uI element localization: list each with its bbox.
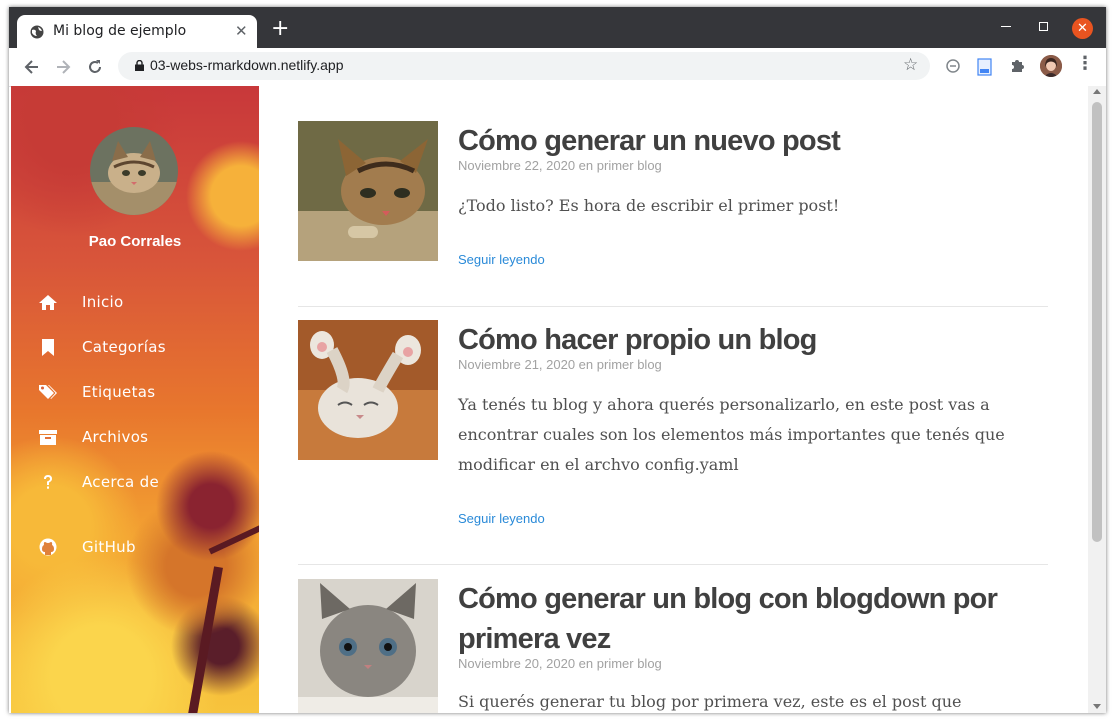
post-summary: ¿Todo listo? Es hora de escribir el prim…	[458, 196, 840, 215]
lock-icon	[135, 60, 144, 71]
sidebar-item-label: Archivos	[82, 428, 149, 446]
post-divider	[298, 306, 1048, 307]
sidebar-item-label: Categorías	[82, 338, 166, 356]
page-viewport: Pao Corrales Inicio Categorías Etiquetas…	[9, 86, 1106, 713]
sidebar-item-label: Etiquetas	[82, 383, 156, 401]
forward-icon[interactable]	[53, 57, 73, 77]
profile-photo	[90, 127, 178, 215]
tree-decoration	[188, 566, 223, 713]
author-name: Pao Corrales	[88, 233, 182, 250]
scroll-up-arrow-icon[interactable]	[1093, 89, 1101, 94]
archive-icon	[39, 430, 57, 445]
post-title[interactable]: Cómo generar un blog con blogdown por pr…	[458, 579, 1018, 659]
sidebar-item-label: Acerca de	[82, 473, 159, 491]
address-bar[interactable]: 03-webs-rmarkdown.netlify.app ☆	[118, 52, 930, 80]
post-divider	[298, 564, 1048, 565]
browser-window: Mi blog de ejemplo ✕ + ✕ 03-webs-rmarkdo…	[9, 7, 1106, 713]
sidebar-item-categorias[interactable]: Categorías	[11, 331, 259, 365]
home-icon	[39, 295, 57, 310]
reload-icon[interactable]	[85, 57, 105, 77]
zoom-extension-icon[interactable]	[945, 58, 961, 74]
sidebar-item-inicio[interactable]: Inicio	[11, 286, 259, 320]
tags-icon	[39, 385, 57, 399]
tab-bar: Mi blog de ejemplo ✕ + ✕	[9, 7, 1106, 48]
tab-title: Mi blog de ejemplo	[53, 23, 187, 39]
document-extension-icon[interactable]	[977, 58, 993, 76]
sidebar-item-etiquetas[interactable]: Etiquetas	[11, 376, 259, 410]
post-meta: Noviembre 21, 2020 en primer blog	[458, 357, 662, 372]
window-close-button[interactable]: ✕	[1072, 18, 1093, 39]
post-meta: Noviembre 20, 2020 en primer blog	[458, 656, 662, 671]
post-summary: Ya tenés tu blog y ahora querés personal…	[458, 395, 1005, 474]
browser-tab[interactable]: Mi blog de ejemplo ✕	[17, 15, 257, 48]
question-icon	[44, 475, 52, 489]
profile-picture-icon	[1040, 55, 1062, 77]
browser-toolbar: 03-webs-rmarkdown.netlify.app ☆ ⋮	[9, 48, 1106, 87]
github-icon	[39, 538, 57, 556]
post-title[interactable]: Cómo generar un nuevo post	[458, 121, 1018, 161]
sidebar-item-github[interactable]: GitHub	[11, 531, 259, 565]
scrollbar-thumb[interactable]	[1092, 102, 1102, 542]
close-tab-icon[interactable]: ✕	[235, 21, 248, 41]
post-thumbnail[interactable]	[298, 320, 438, 460]
post-thumbnail[interactable]	[298, 121, 438, 261]
minimize-button[interactable]	[1001, 26, 1011, 27]
page-scrollbar[interactable]	[1088, 86, 1106, 713]
post-summary: Si querés generar tu blog por primera ve…	[458, 692, 962, 711]
read-more-link[interactable]: Seguir leyendo	[458, 511, 545, 526]
browser-menu-icon[interactable]: ⋮	[1076, 55, 1094, 73]
url-text: 03-webs-rmarkdown.netlify.app	[150, 57, 344, 73]
post-title[interactable]: Cómo hacer propio un blog	[458, 320, 1018, 360]
bookmark-icon	[42, 339, 54, 356]
sidebar-item-acerca[interactable]: Acerca de	[11, 466, 259, 500]
post-list: Cómo generar un nuevo post Noviembre 22,…	[259, 86, 1088, 713]
sidebar-item-archivos[interactable]: Archivos	[11, 421, 259, 455]
read-more-link[interactable]: Seguir leyendo	[458, 252, 545, 267]
globe-icon	[30, 25, 44, 39]
post-meta: Noviembre 22, 2020 en primer blog	[458, 158, 662, 173]
sidebar: Pao Corrales Inicio Categorías Etiquetas…	[11, 86, 259, 713]
sidebar-item-label: Inicio	[82, 293, 124, 311]
sidebar-item-label: GitHub	[82, 538, 136, 556]
post-thumbnail[interactable]	[298, 579, 438, 713]
scroll-down-arrow-icon[interactable]	[1093, 704, 1101, 709]
new-tab-button[interactable]: +	[271, 18, 289, 40]
extensions-puzzle-icon[interactable]	[1009, 58, 1025, 74]
back-icon[interactable]	[22, 57, 42, 77]
bookmark-star-icon[interactable]: ☆	[903, 55, 918, 75]
profile-avatar[interactable]	[1040, 55, 1062, 77]
maximize-button[interactable]	[1039, 22, 1048, 31]
